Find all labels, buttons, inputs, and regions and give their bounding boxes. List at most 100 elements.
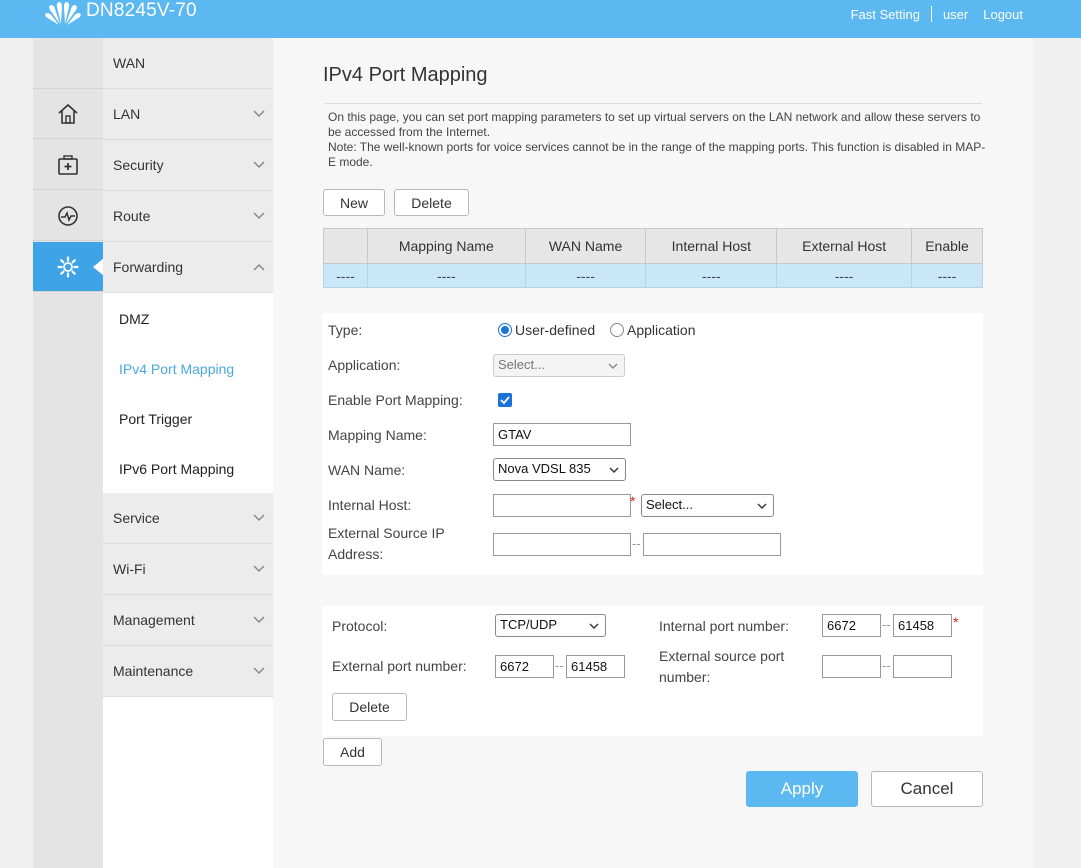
mapping-form-panel: Type: User-defined Application Applicati… (322, 313, 983, 575)
table-header: External Host (776, 228, 913, 264)
menu-label: WAN (113, 55, 146, 71)
internal-host-input[interactable] (493, 494, 631, 517)
new-button[interactable]: New (323, 189, 385, 216)
range-separator: -- (555, 658, 564, 673)
port-form-panel: Protocol: TCP/UDP Internal port number: … (322, 606, 983, 736)
external-source-ip-label-line2: Address: (328, 546, 384, 562)
submenu-label: Port Trigger (119, 411, 193, 427)
apply-button[interactable]: Apply (746, 771, 858, 807)
mapping-name-label: Mapping Name: (328, 427, 427, 443)
external-source-port-from-input[interactable] (822, 655, 881, 678)
table-cell: ---- (323, 263, 368, 288)
menu-item-wan[interactable]: WAN (103, 38, 273, 89)
status-nav[interactable] (33, 191, 103, 241)
external-source-port-label-line1: External source port (659, 648, 785, 664)
fast-setting-link[interactable]: Fast Setting (851, 7, 920, 22)
protocol-label: Protocol: (332, 618, 388, 634)
range-separator: -- (632, 536, 641, 551)
user-link[interactable]: user (943, 7, 968, 22)
table-cell: ---- (776, 263, 913, 288)
menu-item-management[interactable]: Management (103, 595, 273, 646)
table-header: Enable (911, 228, 983, 264)
type-application-radio[interactable] (610, 323, 624, 337)
chevron-down-icon (253, 565, 265, 573)
internal-host-select[interactable]: Select... (641, 494, 774, 517)
advanced-nav[interactable] (33, 242, 104, 292)
submenu-item-ipv6-port-mapping[interactable]: IPv6 Port Mapping (103, 444, 273, 494)
submenu-item-ipv4-port-mapping[interactable]: IPv4 Port Mapping (103, 344, 273, 394)
internal-port-to-input[interactable] (893, 614, 952, 637)
application-label: Application: (328, 357, 401, 373)
mapping-name-input[interactable] (493, 423, 631, 446)
description-note: Note: The well-known ports for voice ser… (328, 140, 986, 169)
menu-item-service[interactable]: Service (103, 493, 273, 544)
checkmark-icon (500, 396, 510, 405)
page-title: IPv4 Port Mapping (323, 64, 488, 86)
menu-item-forwarding[interactable]: Forwarding (103, 242, 273, 293)
submenu-item-dmz[interactable]: DMZ (103, 294, 273, 344)
table-row[interactable]: ---- ---- ---- ---- ---- ---- (323, 263, 983, 288)
menu-item-route[interactable]: Route (103, 191, 273, 242)
menu-item-wifi[interactable]: Wi-Fi (103, 544, 273, 595)
type-user-defined-label[interactable]: User-defined (515, 320, 595, 341)
external-source-port-to-input[interactable] (893, 655, 952, 678)
internal-host-select-value: Select... (646, 497, 693, 512)
type-application-label[interactable]: Application (627, 320, 696, 341)
delete-button[interactable]: Delete (394, 189, 469, 216)
internal-host-label: Internal Host: (328, 497, 412, 513)
menu-label: Maintenance (113, 663, 194, 679)
menu-label: Security (113, 157, 164, 173)
submenu-label: DMZ (119, 311, 150, 327)
cancel-button[interactable]: Cancel (871, 771, 983, 807)
wan-name-label: WAN Name: (328, 462, 406, 478)
external-port-to-input[interactable] (566, 655, 625, 678)
type-label: Type: (328, 322, 363, 338)
top-nav: Fast Setting user Logout (851, 6, 1023, 22)
external-source-ip-label-line1: External Source IP (328, 525, 445, 541)
maintenance-nav[interactable] (33, 140, 103, 190)
enable-port-mapping-checkbox[interactable] (498, 393, 512, 407)
menu-label: LAN (113, 106, 141, 122)
internal-port-label: Internal port number: (659, 618, 789, 634)
logout-link[interactable]: Logout (983, 7, 1023, 22)
mapping-table: Mapping Name WAN Name Internal Host Exte… (323, 228, 983, 288)
type-user-defined-radio[interactable] (498, 323, 512, 337)
menu-label: Wi-Fi (113, 561, 146, 577)
huawei-logo (45, 2, 81, 25)
external-source-port-label-line2: number: (659, 669, 711, 685)
protocol-select-value: TCP/UDP (500, 617, 558, 632)
side-menu: WAN LAN Security Route Forwarding DMZ IP… (103, 38, 273, 868)
device-model: DN8245V-70 (86, 0, 197, 21)
menu-label: Forwarding (113, 259, 184, 275)
submenu-item-port-trigger[interactable]: Port Trigger (103, 394, 273, 444)
external-port-from-input[interactable] (495, 655, 554, 678)
application-select-value: Select... (498, 357, 545, 372)
chevron-down-icon (589, 623, 599, 629)
internal-port-from-input[interactable] (822, 614, 881, 637)
external-source-ip-to-input[interactable] (643, 533, 781, 556)
menu-item-lan[interactable]: LAN (103, 89, 273, 140)
menu-item-maintenance[interactable]: Maintenance (103, 646, 273, 697)
first-aid-icon (58, 154, 78, 175)
required-mark: * (630, 493, 636, 509)
external-port-label: External port number: (332, 658, 467, 674)
protocol-select[interactable]: TCP/UDP (495, 614, 606, 637)
menu-label: Service (113, 510, 160, 526)
enable-port-mapping-label: Enable Port Mapping: (328, 392, 463, 408)
table-cell: ---- (645, 263, 778, 288)
chevron-down-icon (253, 667, 265, 675)
external-source-ip-from-input[interactable] (493, 533, 631, 556)
table-header: WAN Name (524, 228, 647, 264)
wan-name-select[interactable]: Nova VDSL 835 (493, 458, 626, 481)
add-button[interactable]: Add (323, 738, 382, 766)
table-header-row: Mapping Name WAN Name Internal Host Exte… (323, 228, 983, 264)
application-select[interactable]: Select... (493, 354, 625, 377)
menu-item-security[interactable]: Security (103, 140, 273, 191)
chevron-down-icon (253, 514, 265, 522)
delete-port-button[interactable]: Delete (332, 693, 407, 721)
pulse-icon (58, 205, 78, 226)
home-nav[interactable] (33, 89, 103, 139)
chevron-down-icon (253, 616, 265, 624)
table-cell: ---- (366, 263, 526, 288)
icon-strip (33, 38, 104, 868)
